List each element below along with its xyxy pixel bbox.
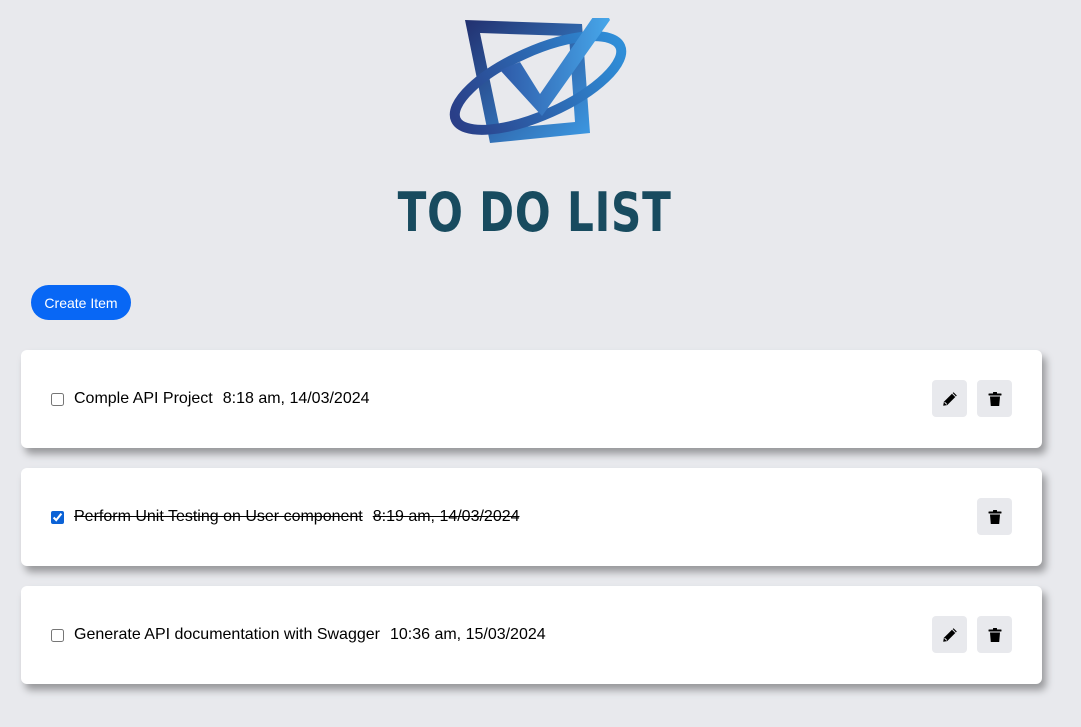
- todo-complete-checkbox[interactable]: [51, 392, 64, 406]
- app-title: TO DO LIST: [398, 181, 673, 244]
- delete-button[interactable]: [977, 498, 1012, 535]
- todo-complete-checkbox[interactable]: [51, 628, 64, 642]
- create-item-button[interactable]: Create Item: [31, 285, 131, 320]
- todo-item: Comple API Project 8:18 am, 14/03/2024: [21, 350, 1042, 448]
- todo-text: Comple API Project: [74, 390, 213, 407]
- trash-icon: [988, 627, 1001, 642]
- todo-timestamp: 8:18 am, 14/03/2024: [222, 390, 370, 407]
- todo-timestamp: 10:36 am, 15/03/2024: [389, 626, 546, 643]
- todo-list: Comple API Project 8:18 am, 14/03/2024 P…: [21, 350, 1042, 704]
- pencil-icon: [942, 391, 957, 406]
- todo-text: Generate API documentation with Swagger: [74, 626, 380, 643]
- pencil-icon: [942, 627, 957, 642]
- edit-button[interactable]: [932, 380, 967, 417]
- trash-icon: [988, 509, 1001, 524]
- todo-actions: [932, 380, 1012, 417]
- todo-item: Generate API documentation with Swagger …: [21, 586, 1042, 684]
- checkmark-logo-icon: [449, 18, 627, 143]
- delete-button[interactable]: [977, 380, 1012, 417]
- todo-item: Perform Unit Testing on User component 8…: [21, 468, 1042, 566]
- todo-text: Perform Unit Testing on User component: [74, 508, 363, 525]
- edit-button[interactable]: [932, 616, 967, 653]
- trash-icon: [988, 391, 1001, 406]
- app-logo: TO DO LIST: [398, 18, 671, 248]
- todo-timestamp: 8:19 am, 14/03/2024: [372, 508, 520, 525]
- todo-complete-checkbox[interactable]: [51, 510, 64, 524]
- todo-actions: [932, 616, 1012, 653]
- todo-actions: [977, 498, 1012, 535]
- delete-button[interactable]: [977, 616, 1012, 653]
